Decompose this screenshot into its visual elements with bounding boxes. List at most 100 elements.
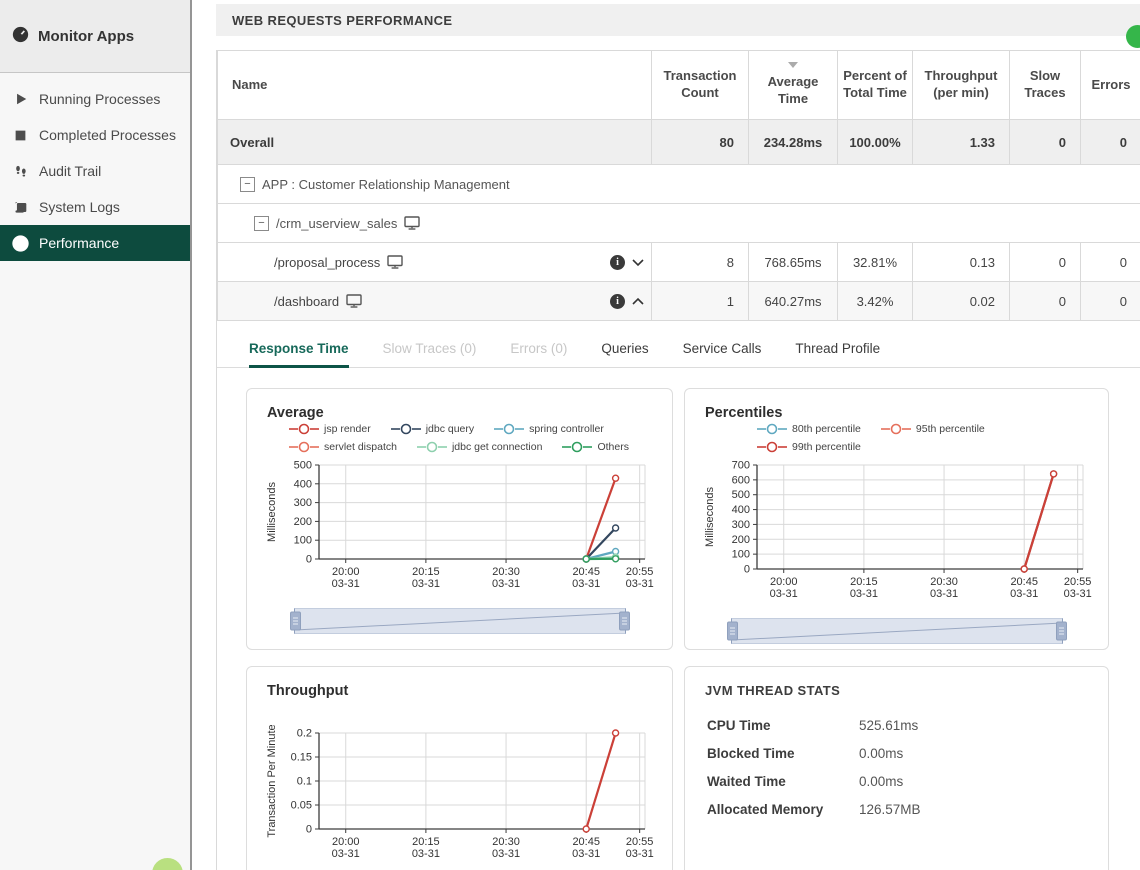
sidebar-item-system-logs[interactable]: System Logs <box>0 189 190 225</box>
svg-text:500: 500 <box>294 460 312 472</box>
column-header-transaction-count[interactable]: Transaction Count <box>652 51 749 120</box>
svg-text:20:30: 20:30 <box>930 576 958 588</box>
collapse-icon[interactable]: − <box>240 177 255 192</box>
svg-text:03-31: 03-31 <box>850 588 878 600</box>
tab-response-time[interactable]: Response Time <box>249 341 349 368</box>
legend-item[interactable]: spring controller <box>494 423 604 435</box>
chevron-up-icon[interactable] <box>632 296 644 306</box>
range-handle-right[interactable] <box>619 612 630 631</box>
monitor-icon[interactable] <box>404 216 420 230</box>
svg-text:20:45: 20:45 <box>572 566 600 578</box>
chevron-down-icon[interactable] <box>632 257 644 267</box>
column-header-average-time[interactable]: Average Time <box>749 51 838 120</box>
group-label: /crm_userview_sales <box>276 216 397 231</box>
tab-thread-profile[interactable]: Thread Profile <box>795 341 880 368</box>
column-header-name[interactable]: Name <box>218 51 652 120</box>
request-label: /proposal_process <box>274 255 380 270</box>
stat-value: 0.00ms <box>859 774 1092 789</box>
svg-text:500: 500 <box>732 489 750 501</box>
info-icon[interactable]: i <box>610 255 625 270</box>
legend-item[interactable]: 99th percentile <box>757 441 861 453</box>
monitor-icon[interactable] <box>387 255 403 269</box>
chart-legend: 80th percentile 95th percentile 99th perce… <box>757 423 1092 453</box>
column-header-throughput[interactable]: Throughput (per min) <box>913 51 1010 120</box>
legend-marker-icon <box>757 441 787 453</box>
legend-item[interactable]: Others <box>562 441 629 453</box>
tab-errors[interactable]: Errors (0) <box>510 341 567 368</box>
legend-marker-icon <box>289 441 319 453</box>
stat-value: 525.61ms <box>859 718 1092 733</box>
svg-text:20:15: 20:15 <box>850 576 878 588</box>
legend-marker-icon <box>494 423 524 435</box>
info-icon[interactable]: i <box>610 294 625 309</box>
svg-text:20:30: 20:30 <box>492 836 520 848</box>
tab-service-calls[interactable]: Service Calls <box>683 341 762 368</box>
table-row-app-group: − APP : Customer Relationship Management <box>218 165 1140 204</box>
svg-text:300: 300 <box>294 497 312 509</box>
range-selector[interactable] <box>294 608 626 634</box>
svg-text:20:55: 20:55 <box>1064 576 1092 588</box>
chat-button[interactable] <box>1126 25 1140 48</box>
request-detail-panel: Response Time Slow Traces (0) Errors (0)… <box>217 321 1140 870</box>
column-header-errors[interactable]: Errors <box>1081 51 1140 120</box>
svg-text:20:15: 20:15 <box>412 836 440 848</box>
average-chart: 010020030040050020:0003-3120:1503-3120:3… <box>263 457 656 598</box>
sidebar-item-completed-processes[interactable]: Completed Processes <box>0 117 190 153</box>
cell-percent: 32.81% <box>838 243 913 282</box>
svg-text:20:45: 20:45 <box>1010 576 1038 588</box>
range-selector[interactable] <box>731 618 1063 644</box>
sidebar-item-running-processes[interactable]: Running Processes <box>0 81 190 117</box>
svg-text:400: 400 <box>294 478 312 490</box>
sidebar-title: Monitor Apps <box>38 28 134 45</box>
range-handle-left[interactable] <box>727 622 738 641</box>
svg-text:300: 300 <box>732 519 750 531</box>
stat-label: Allocated Memory <box>707 802 859 817</box>
svg-text:200: 200 <box>294 516 312 528</box>
svg-text:03-31: 03-31 <box>770 588 798 600</box>
cell-throughput: 0.02 <box>913 282 1010 321</box>
collapse-icon[interactable]: − <box>254 216 269 231</box>
cell-errors: 0 <box>1081 282 1140 321</box>
monitor-icon[interactable] <box>346 294 362 308</box>
legend-item[interactable]: 95th percentile <box>881 423 985 435</box>
legend-item[interactable]: jsp render <box>289 423 371 435</box>
svg-text:03-31: 03-31 <box>572 578 600 590</box>
svg-text:Milliseconds: Milliseconds <box>704 487 716 547</box>
overall-label: Overall <box>218 120 652 165</box>
svg-text:0.1: 0.1 <box>297 776 312 788</box>
legend-marker-icon <box>881 423 911 435</box>
svg-text:600: 600 <box>732 474 750 486</box>
cell-errors: 0 <box>1081 243 1140 282</box>
main-content: WEB REQUESTS PERFORMANCE Name Transactio… <box>192 0 1140 870</box>
cell-slow-traces: 0 <box>1010 282 1081 321</box>
stat-label: Blocked Time <box>707 746 859 761</box>
sidebar-item-audit-trail[interactable]: Audit Trail <box>0 153 190 189</box>
legend-item[interactable]: jdbc get connection <box>417 441 542 453</box>
table-row-dashboard[interactable]: /dashboard i 1 640.27ms 3.42% 0.02 0 0 <box>218 282 1140 321</box>
tab-slow-traces[interactable]: Slow Traces (0) <box>383 341 477 368</box>
svg-text:03-31: 03-31 <box>930 588 958 600</box>
tab-queries[interactable]: Queries <box>601 341 648 368</box>
cell-average-time: 768.65ms <box>749 243 838 282</box>
svg-text:20:45: 20:45 <box>572 836 600 848</box>
jvm-thread-stats-card: JVM THREAD STATS CPU Time 525.61ms Block… <box>684 666 1109 870</box>
table-row-proposal-process[interactable]: /proposal_process i 8 768.65ms 32.81% 0.… <box>218 243 1140 282</box>
column-header-slow-traces[interactable]: Slow Traces <box>1010 51 1081 120</box>
legend-item[interactable]: servlet dispatch <box>289 441 397 453</box>
legend-marker-icon <box>417 441 447 453</box>
logs-icon <box>12 199 29 216</box>
gauge-icon <box>12 26 29 47</box>
legend-item[interactable]: jdbc query <box>391 423 474 435</box>
sidebar-nav: Running Processes Completed Processes Au… <box>0 73 190 261</box>
legend-item[interactable]: 80th percentile <box>757 423 861 435</box>
table-row-overall: Overall 80 234.28ms 100.00% 1.33 0 0 <box>218 120 1140 165</box>
range-handle-left[interactable] <box>290 612 301 631</box>
detail-tabs: Response Time Slow Traces (0) Errors (0)… <box>217 341 1140 368</box>
column-header-percent-total[interactable]: Percent of Total Time <box>838 51 913 120</box>
range-handle-right[interactable] <box>1056 622 1067 641</box>
sidebar-item-performance[interactable]: Performance <box>0 225 190 261</box>
sidebar-item-label: Running Processes <box>39 91 160 107</box>
percentiles-chart: 010020030040050060070020:0003-3120:1503-… <box>701 457 1092 608</box>
play-icon <box>12 91 29 108</box>
table-row-crm-userview-group: − /crm_userview_sales <box>218 204 1140 243</box>
